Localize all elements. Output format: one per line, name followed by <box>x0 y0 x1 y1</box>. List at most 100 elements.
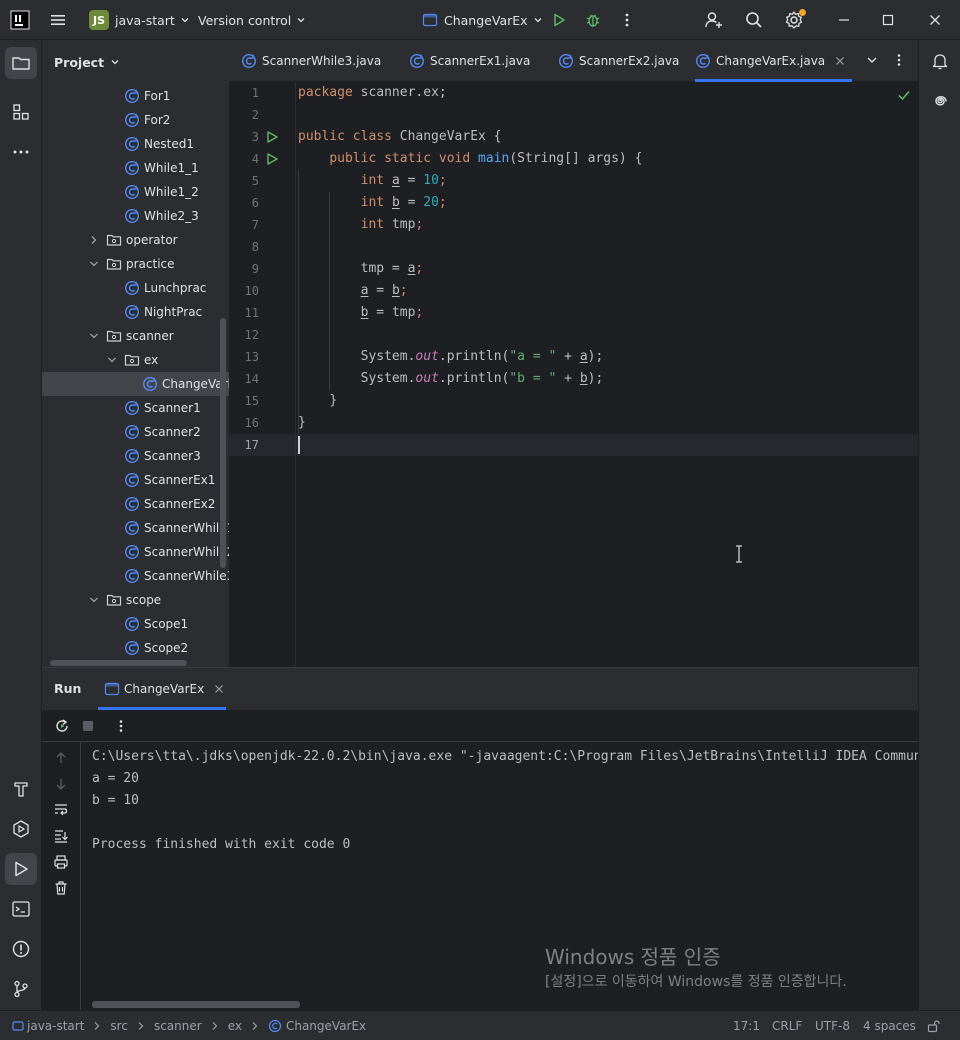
tree-item-package[interactable]: ex <box>42 348 229 372</box>
run-main-gutter-icon[interactable] <box>265 152 279 166</box>
close-icon[interactable] <box>835 56 845 66</box>
chevron-down-icon[interactable] <box>88 258 100 270</box>
console-horizontal-scrollbar[interactable] <box>92 1001 300 1008</box>
scroll-down-button[interactable] <box>47 770 75 798</box>
line-separator[interactable]: CRLF <box>772 1011 802 1040</box>
app-logo-icon[interactable] <box>10 0 30 40</box>
tree-item-package[interactable]: practice <box>42 252 229 276</box>
structure-tool-button[interactable] <box>7 98 35 126</box>
breadcrumb-item[interactable]: ChangeVarEx <box>286 1019 366 1033</box>
more-tools-button[interactable] <box>7 138 35 166</box>
tree-item-class[interactable]: ScannerWhile3 <box>42 564 229 588</box>
tree-horizontal-scrollbar[interactable] <box>50 660 187 666</box>
tree-item-package[interactable]: scope <box>42 588 229 612</box>
breadcrumb-item[interactable]: src <box>110 1019 128 1033</box>
tree-item-class[interactable]: ChangeVarEx <box>42 372 229 396</box>
chevron-right-icon <box>128 1021 154 1031</box>
maximize-button[interactable] <box>874 6 902 34</box>
project-tool-button[interactable] <box>5 47 37 79</box>
tree-item-label: NightPrac <box>144 305 203 319</box>
clear-console-button[interactable] <box>47 874 75 902</box>
chevron-right-icon[interactable] <box>88 234 100 246</box>
editor-tab[interactable]: ChangeVarEx.java <box>695 40 852 82</box>
tab-list-button[interactable] <box>865 53 879 67</box>
lock-button[interactable] <box>927 1011 941 1040</box>
editor-tab[interactable]: ScannerEx2.java <box>558 40 682 82</box>
breadcrumb-item[interactable]: ex <box>228 1019 242 1033</box>
tree-item-package[interactable]: scanner <box>42 324 229 348</box>
tree-item-class[interactable]: While1_2 <box>42 180 229 204</box>
chevron-right-icon <box>202 1021 228 1031</box>
stop-button[interactable] <box>74 712 102 740</box>
tree-item-class[interactable]: ScannerWhile1 <box>42 516 229 540</box>
problems-tool-button[interactable] <box>7 935 35 963</box>
scroll-up-button[interactable] <box>47 744 75 772</box>
run-tool-button[interactable] <box>5 853 37 885</box>
ai-assistant-button[interactable] <box>926 87 954 115</box>
play-icon <box>267 153 278 165</box>
editor-tab[interactable]: ScannerWhile3.java <box>241 40 391 82</box>
tree-item-class[interactable]: ScannerEx1 <box>42 468 229 492</box>
search-button[interactable] <box>740 6 768 34</box>
chevron-down-icon[interactable] <box>106 354 118 366</box>
run-config-selector[interactable]: ChangeVarEx <box>422 0 544 40</box>
tree-item-class[interactable]: Scanner3 <box>42 444 229 468</box>
soft-wrap-button[interactable] <box>47 796 75 824</box>
settings-button[interactable] <box>780 6 808 34</box>
tree-item-class[interactable]: While2_3 <box>42 204 229 228</box>
code-text: = <box>384 261 408 276</box>
tree-item-class[interactable]: Nested1 <box>42 132 229 156</box>
tree-item-class[interactable]: For2 <box>42 108 229 132</box>
project-panel-header[interactable]: Project <box>42 40 229 84</box>
caret-position[interactable]: 17:1 <box>733 1011 760 1040</box>
services-tool-button[interactable] <box>7 815 35 843</box>
tree-item-class[interactable]: Scope2 <box>42 636 229 660</box>
rerun-button[interactable] <box>48 712 76 740</box>
tree-item-class[interactable]: Scope1 <box>42 612 229 636</box>
add-user-button[interactable] <box>700 6 728 34</box>
breadcrumb-item[interactable]: java-start <box>27 1019 84 1033</box>
build-tool-button[interactable] <box>7 775 35 803</box>
run-button[interactable] <box>545 6 573 34</box>
scroll-to-end-button[interactable] <box>47 822 75 850</box>
tree-vertical-scrollbar[interactable] <box>220 318 226 568</box>
class-icon <box>409 53 425 69</box>
tree-item-class[interactable]: ScannerWhile2 <box>42 540 229 564</box>
main-menu-icon[interactable] <box>48 0 68 40</box>
close-window-button[interactable] <box>921 6 949 34</box>
git-tool-button[interactable] <box>7 975 35 1003</box>
editor-tab[interactable]: ScannerEx1.java <box>409 40 544 82</box>
breadcrumb-item[interactable]: scanner <box>154 1019 202 1033</box>
tree-item-class[interactable]: While1_1 <box>42 156 229 180</box>
debug-button[interactable] <box>579 6 607 34</box>
tree-item-class[interactable]: NightPrac <box>42 300 229 324</box>
chevron-down-icon[interactable] <box>88 594 100 606</box>
close-icon[interactable] <box>214 684 224 694</box>
minimize-button[interactable] <box>830 6 858 34</box>
gutter-divider <box>295 82 296 667</box>
class-icon <box>124 136 140 152</box>
chevron-down-icon[interactable] <box>88 330 100 342</box>
run-tab[interactable]: ChangeVarEx <box>98 668 226 710</box>
tree-item-class[interactable]: For1 <box>42 84 229 108</box>
more-actions-button[interactable] <box>613 6 641 34</box>
services-icon <box>13 820 29 838</box>
terminal-tool-button[interactable] <box>7 895 35 923</box>
project-widget[interactable]: JS java-start <box>89 0 191 40</box>
tree-item-class[interactable]: Lunchprac <box>42 276 229 300</box>
indent-setting[interactable]: 4 spaces <box>863 1011 916 1040</box>
print-button[interactable] <box>47 848 75 876</box>
run-more-button[interactable] <box>107 712 135 740</box>
tree-item-class[interactable]: Scanner2 <box>42 420 229 444</box>
tree-item-class[interactable]: Scanner1 <box>42 396 229 420</box>
vcs-widget[interactable]: Version control <box>198 0 307 40</box>
run-class-gutter-icon[interactable] <box>265 130 279 144</box>
line-number: 3 <box>251 130 259 144</box>
search-icon <box>746 12 762 28</box>
notifications-button[interactable] <box>926 47 954 75</box>
tree-item-package[interactable]: operator <box>42 228 229 252</box>
inspection-ok-icon[interactable] <box>897 88 911 102</box>
file-encoding[interactable]: UTF-8 <box>815 1011 850 1040</box>
tab-options-button[interactable] <box>892 53 906 67</box>
tree-item-class[interactable]: ScannerEx2 <box>42 492 229 516</box>
